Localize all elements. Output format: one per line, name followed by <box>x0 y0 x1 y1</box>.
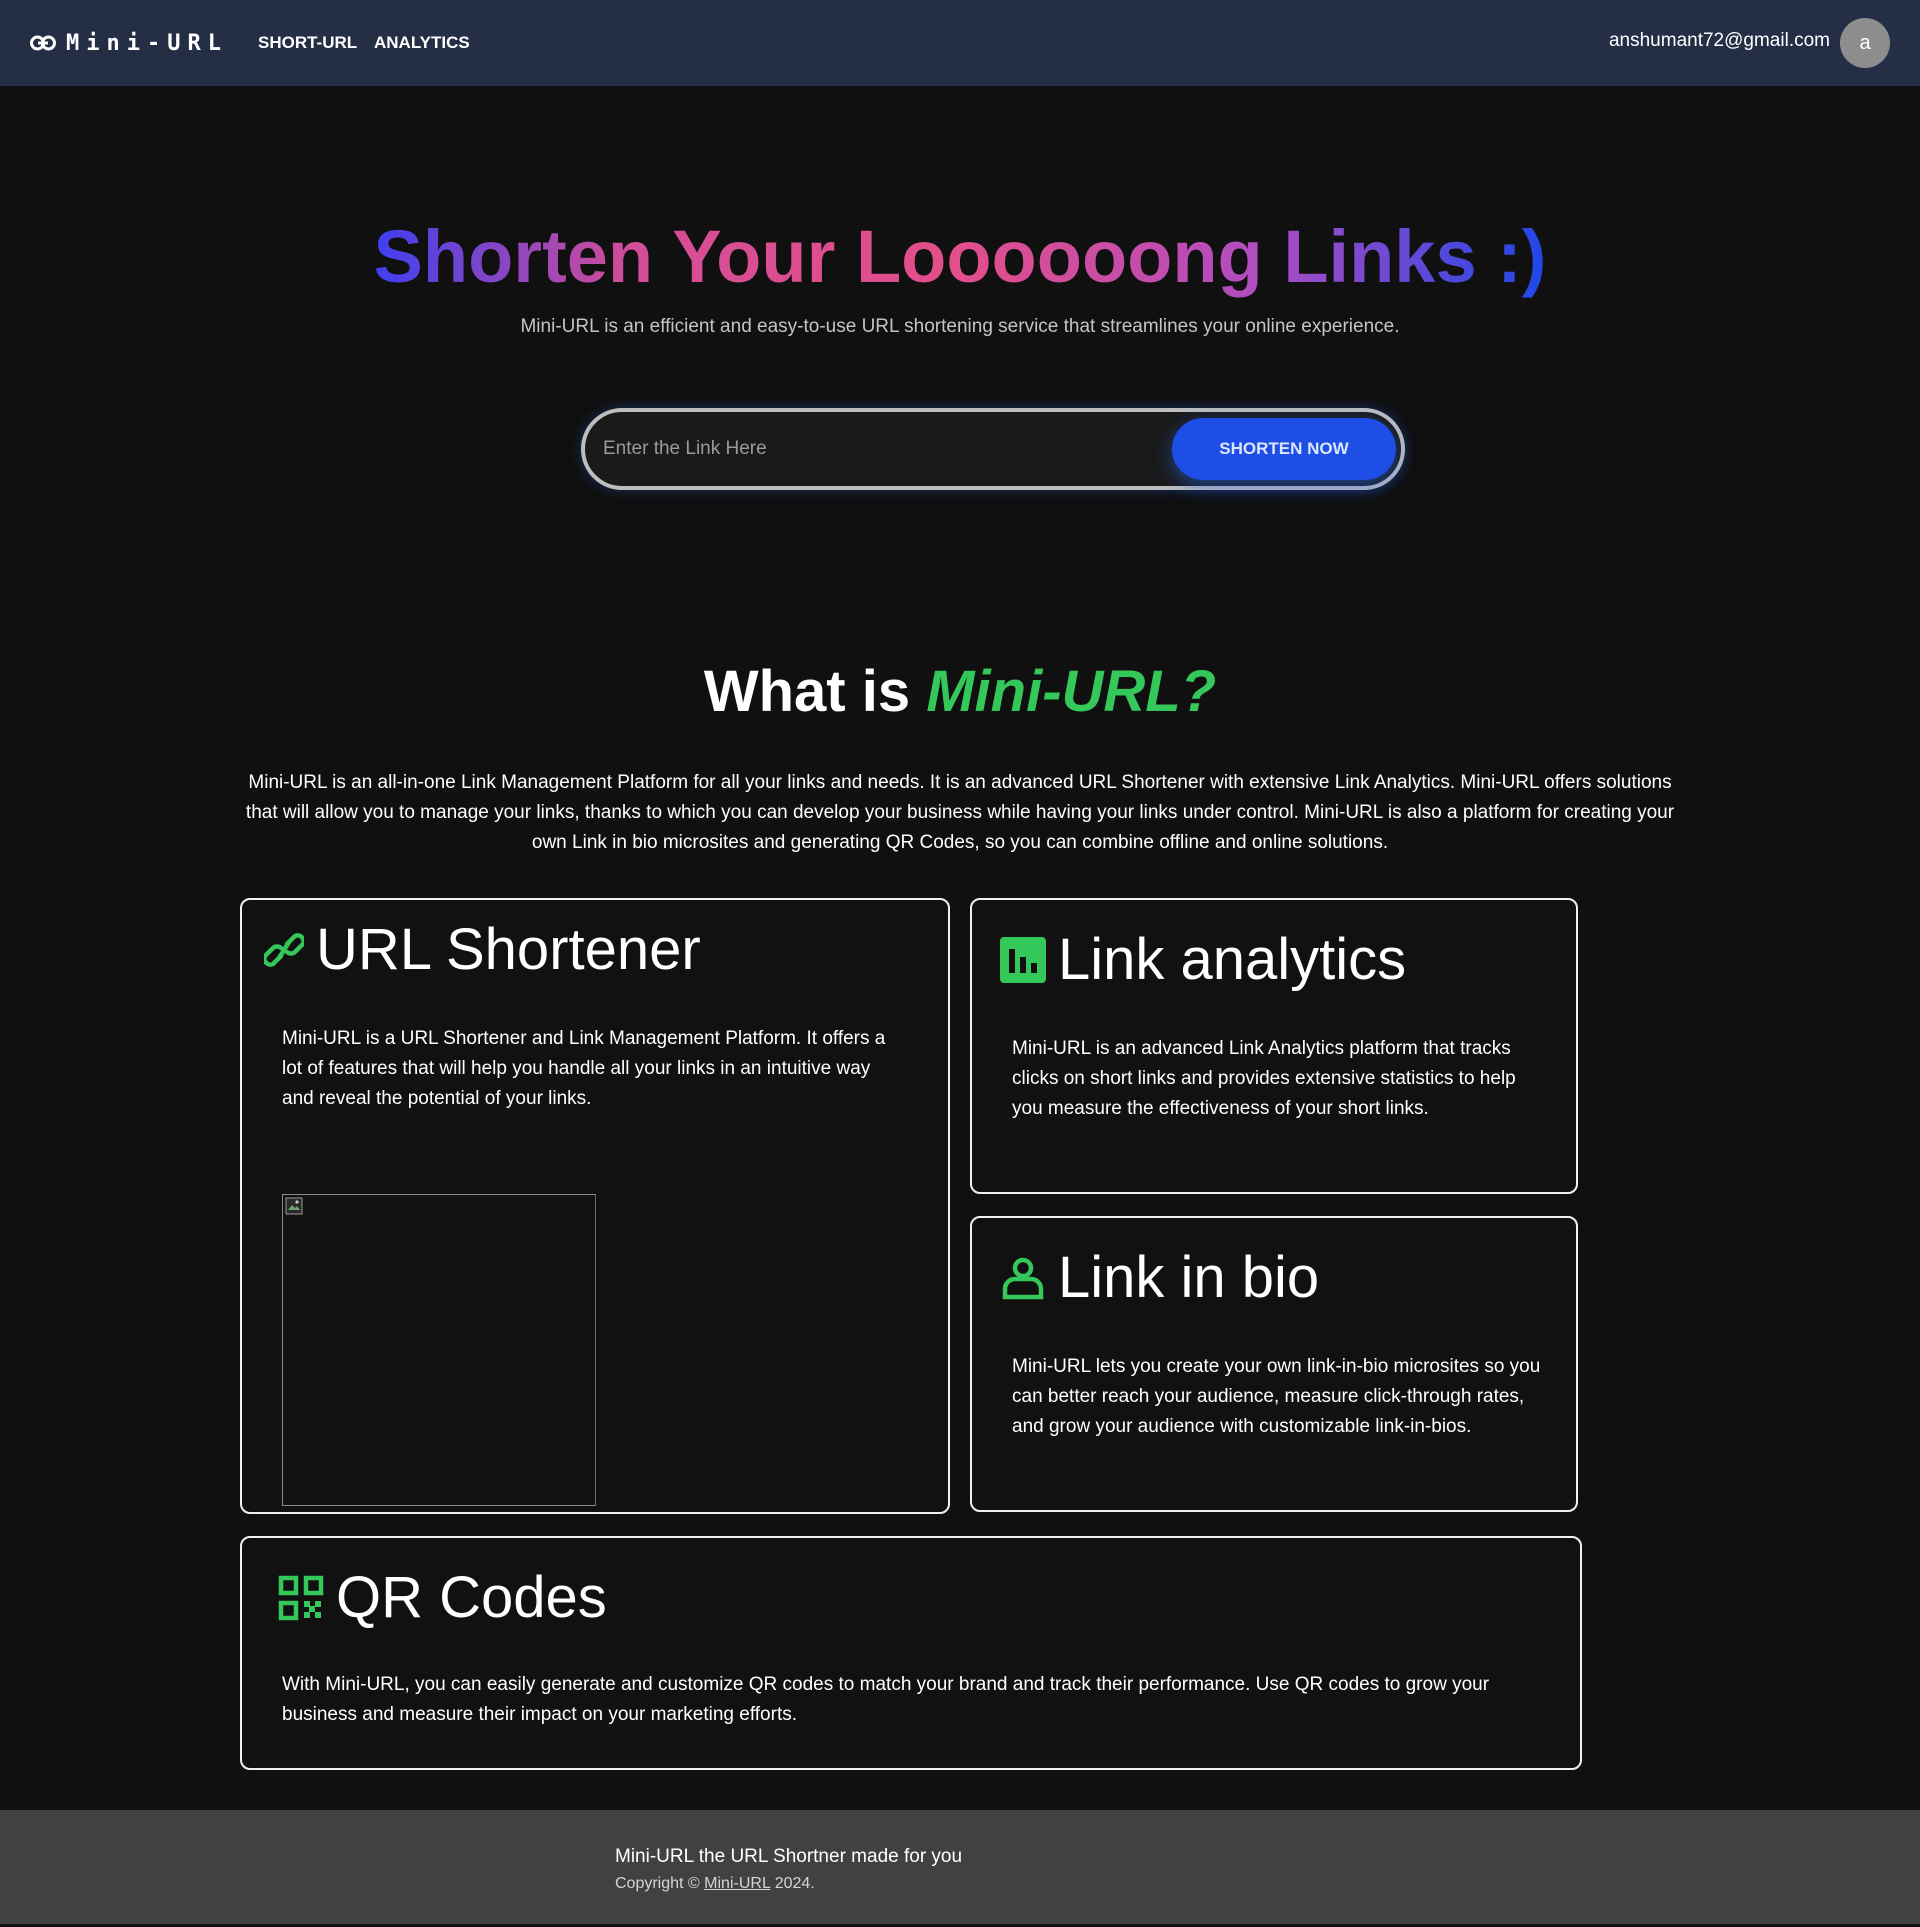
footer-tagline: Mini-URL the URL Shortner made for you <box>615 1846 963 1867</box>
about-title: What is Mini-URL? <box>0 656 1920 728</box>
card-qr-text: With Mini-URL, you can easily generate a… <box>282 1674 1490 1725</box>
footer-copyright: Copyright © Mini-URL 2024. <box>615 1875 815 1893</box>
about-title-accent: Mini-URL? <box>926 659 1217 724</box>
bar-chart-icon <box>1000 937 1046 983</box>
about-title-prefix: What is <box>703 659 911 724</box>
nav-analytics[interactable]: ANALYTICS <box>374 33 470 53</box>
footer: Mini-URL the URL Shortner made for you C… <box>0 1810 1920 1924</box>
link-icon <box>30 35 56 51</box>
card-qr-codes: QR Codes With Mini-URL, you can easily g… <box>240 1536 1582 1770</box>
shorten-now-button[interactable]: SHORTEN NOW <box>1172 418 1396 480</box>
navbar: Mini-URL SHORT-URL ANALYTICS anshumant72… <box>0 0 1920 86</box>
nav-short-url[interactable]: SHORT-URL <box>258 33 357 53</box>
card-qr-heading: QR Codes <box>278 1566 607 1630</box>
hero-subtitle: Mini-URL is an efficient and easy-to-use… <box>520 316 1400 337</box>
broken-image <box>282 1194 596 1506</box>
card-analytics-text: Mini-URL is an advanced Link Analytics p… <box>1012 1038 1516 1119</box>
qr-code-icon <box>278 1575 324 1621</box>
card-url-shortener: URL Shortener Mini-URL is a URL Shortene… <box>240 898 950 1514</box>
brand-name: Mini-URL <box>66 30 228 56</box>
card-bio-text: Mini-URL lets you create your own link-i… <box>1012 1356 1541 1437</box>
card-link-analytics: Link analytics Mini-URL is an advanced L… <box>970 898 1578 1194</box>
card-bio-title: Link in bio <box>1058 1245 1320 1310</box>
card-url-shortener-title: URL Shortener <box>316 917 701 982</box>
card-url-shortener-heading: URL Shortener <box>264 918 701 982</box>
link-chain-icon <box>264 933 304 967</box>
shorten-form: SHORTEN NOW <box>581 408 1405 490</box>
avatar[interactable]: a <box>1840 18 1890 68</box>
brand[interactable]: Mini-URL <box>30 28 228 58</box>
card-url-shortener-text: Mini-URL is a URL Shortener and Link Man… <box>282 1028 886 1109</box>
about-description: Mini-URL is an all-in-one Link Managemen… <box>245 772 1675 853</box>
user-email: anshumant72@gmail.com <box>1608 30 1830 51</box>
card-bio-heading: Link in bio <box>1000 1246 1319 1310</box>
hero-title-text: Shorten Your Loooooong Links :) <box>373 215 1547 298</box>
card-analytics-title: Link analytics <box>1058 927 1407 992</box>
card-link-in-bio: Link in bio Mini-URL lets you create you… <box>970 1216 1578 1512</box>
broken-image-icon <box>285 1197 303 1215</box>
footer-copyright-prefix: Copyright © <box>615 1875 700 1892</box>
card-qr-title: QR Codes <box>336 1565 607 1630</box>
link-input[interactable] <box>603 430 1143 468</box>
card-analytics-heading: Link analytics <box>1000 928 1406 992</box>
user-icon <box>1002 1257 1044 1300</box>
hero-title: Shorten Your Loooooong Links :) <box>0 212 1920 302</box>
footer-copyright-year: 2024. <box>774 1875 815 1892</box>
footer-mini-url-link[interactable]: Mini-URL <box>704 1875 770 1892</box>
